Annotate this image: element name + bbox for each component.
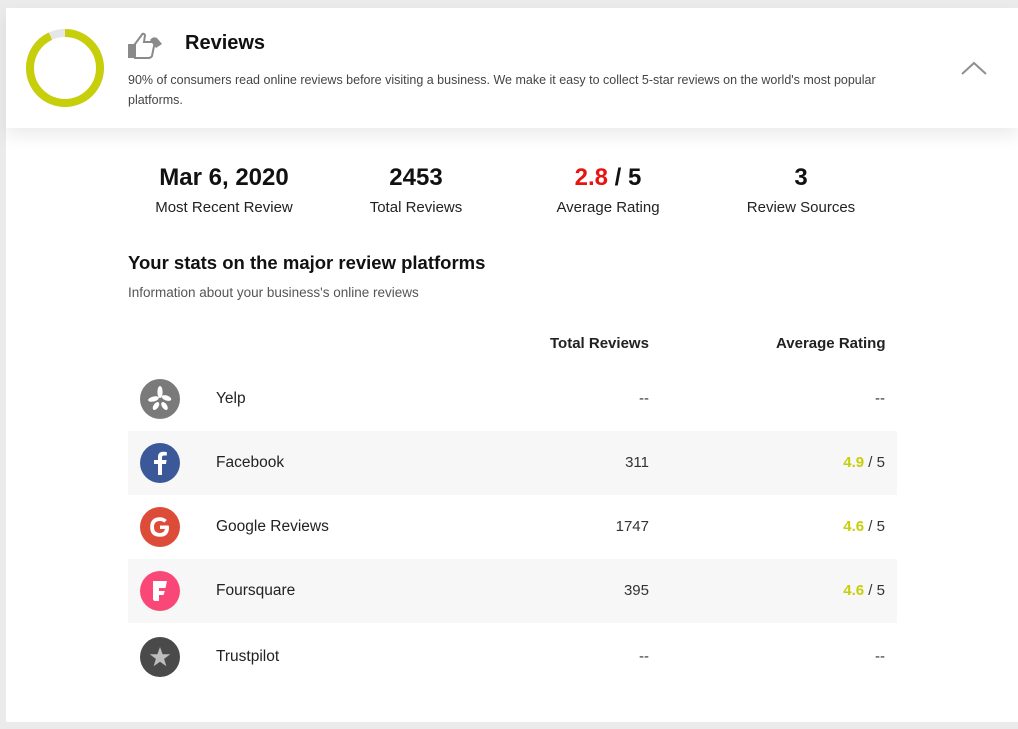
platform-average-rating: 4.6 / 5 — [843, 495, 885, 559]
table-row-trustpilot: Trustpilot -- -- — [128, 625, 897, 689]
stat-value: 3 — [794, 164, 808, 191]
table-row-google-reviews: Google Reviews 1747 4.6 / 5 — [128, 495, 897, 559]
table-row-facebook: Facebook 311 4.9 / 5 — [128, 431, 897, 495]
platform-average-rating: 4.6 / 5 — [843, 559, 885, 623]
column-header-total-reviews: Total Reviews — [550, 335, 649, 352]
platform-total-reviews: 395 — [623, 582, 649, 599]
platform-name: Yelp — [216, 390, 246, 407]
stat-average-rating: 2.8 / 5 Average Rating — [513, 162, 703, 216]
stat-label: Average Rating — [556, 199, 660, 216]
rating-suffix: / 5 — [864, 454, 885, 471]
platform-average-rating: -- — [875, 625, 885, 689]
rating-suffix: / 5 — [864, 582, 885, 599]
platform-average-rating: -- — [875, 367, 885, 431]
thumbs-up-icon — [128, 32, 162, 59]
column-header-average-rating: Average Rating — [776, 335, 886, 352]
reviews-header: Reviews 90% of consumers read online rev… — [6, 8, 1018, 128]
platform-average-rating: 4.9 / 5 — [843, 431, 885, 495]
platform-name: Facebook — [216, 454, 285, 471]
average-rating-value: 2.8 — [574, 164, 608, 191]
rating-value: 4.6 — [843, 582, 865, 599]
section-subtitle: Information about your business's online… — [128, 285, 419, 300]
rating-value: 4.9 — [843, 454, 865, 471]
table-row-foursquare: Foursquare 395 4.6 / 5 — [128, 559, 897, 623]
stat-label: Total Reviews — [369, 199, 463, 216]
rating-suffix: / 5 — [864, 518, 885, 535]
platform-total-reviews: 311 — [625, 454, 649, 471]
platform-total-reviews: -- — [639, 648, 649, 665]
google-icon — [140, 507, 180, 547]
stat-value: 2.8 / 5 — [513, 162, 703, 194]
rating-suffix: -- — [875, 390, 885, 407]
stat-value: 2453 — [389, 164, 443, 191]
stat-most-recent-review: Mar 6, 2020 Most Recent Review — [129, 162, 319, 216]
facebook-icon — [140, 443, 180, 483]
trustpilot-icon — [140, 637, 180, 677]
platform-total-reviews: -- — [639, 390, 649, 407]
platform-name: Trustpilot — [216, 648, 280, 665]
stat-label: Most Recent Review — [155, 199, 293, 216]
stat-label: Review Sources — [746, 199, 856, 216]
stat-review-sources: 3 Review Sources — [706, 162, 896, 216]
platform-name: Foursquare — [216, 582, 296, 599]
table-row-yelp: Yelp -- -- — [128, 367, 897, 431]
page-title: Reviews — [185, 32, 266, 54]
foursquare-icon — [140, 571, 180, 611]
stat-total-reviews: 2453 Total Reviews — [321, 162, 511, 216]
reviews-card: Reviews 90% of consumers read online rev… — [6, 8, 1018, 722]
platform-name: Google Reviews — [216, 518, 329, 535]
score-ring — [26, 29, 104, 107]
section-title: Your stats on the major review platforms — [128, 252, 486, 273]
header-description: 90% of consumers read online reviews bef… — [128, 73, 876, 107]
average-rating-suffix: / 5 — [608, 164, 642, 191]
yelp-icon — [140, 379, 180, 419]
rating-value: 4.6 — [843, 518, 865, 535]
stat-value: Mar 6, 2020 — [159, 164, 289, 191]
chevron-up-icon[interactable] — [960, 60, 988, 76]
rating-suffix: -- — [875, 648, 885, 665]
platform-total-reviews: 1747 — [615, 518, 649, 535]
